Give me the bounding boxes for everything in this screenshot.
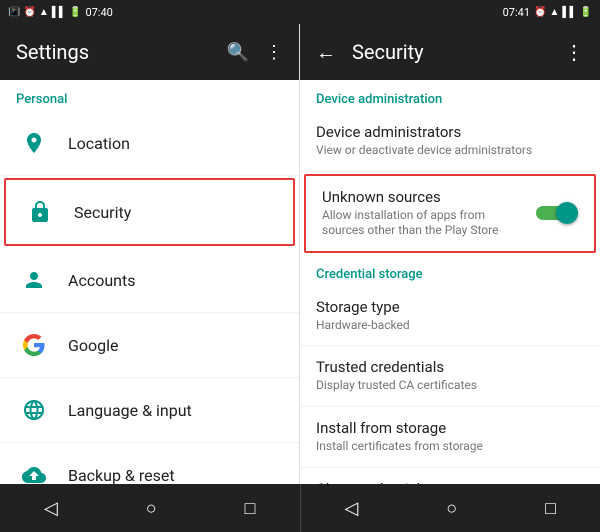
location-icon-container <box>16 125 52 161</box>
backup-icon-container <box>16 457 52 484</box>
battery-icon-left: 🔋 <box>69 7 81 18</box>
time-right: 07:41 <box>503 6 530 19</box>
back-button[interactable]: ← <box>316 40 336 65</box>
accounts-label: Accounts <box>68 271 135 290</box>
google-icon-container <box>16 327 52 363</box>
google-label: Google <box>68 336 119 355</box>
wifi-icon-right: ▲ <box>549 7 559 18</box>
signal-icon-right: ▌▌ <box>562 7 576 18</box>
security-icon <box>28 200 52 224</box>
device-admin-section-label: Device administration <box>300 80 600 111</box>
back-nav-right[interactable]: ◁ <box>328 490 374 527</box>
settings-item-accounts[interactable]: Accounts <box>0 248 299 313</box>
left-panel: Settings 🔍 ⋮ Personal Location Security <box>0 24 300 484</box>
more-button-right[interactable]: ⋮ <box>564 40 584 64</box>
location-icon <box>22 131 46 155</box>
personal-section-label: Personal <box>0 80 299 111</box>
trusted-credentials-subtitle: Display trusted CA certificates <box>316 378 584 394</box>
search-button[interactable]: 🔍 <box>227 42 249 63</box>
security-item-storage-type[interactable]: Storage type Hardware-backed <box>300 286 600 347</box>
security-list: Device administration Device administrat… <box>300 80 600 484</box>
more-button-left[interactable]: ⋮ <box>265 42 283 63</box>
settings-title: Settings <box>16 40 89 64</box>
toggle-thumb <box>556 202 578 224</box>
right-toolbar: ← Security ⋮ <box>300 24 600 80</box>
backup-icon <box>22 463 46 484</box>
home-nav-right[interactable]: ○ <box>430 490 473 527</box>
device-admins-title: Device administrators <box>316 123 584 141</box>
language-icon-container <box>16 392 52 428</box>
unknown-sources-toggle[interactable] <box>536 201 578 225</box>
bottom-nav: ◁ ○ □ ◁ ○ □ <box>0 484 600 532</box>
wifi-icon-left: ▲ <box>39 7 49 18</box>
security-icon-container <box>22 194 58 230</box>
vibrate-icon: 📳 <box>8 7 20 18</box>
recents-nav-left[interactable]: □ <box>229 490 272 527</box>
storage-type-subtitle: Hardware-backed <box>316 318 584 334</box>
left-toolbar: Settings 🔍 ⋮ <box>0 24 299 80</box>
backup-label: Backup & reset <box>68 466 175 485</box>
language-label: Language & input <box>68 401 192 420</box>
storage-type-title: Storage type <box>316 298 584 316</box>
trusted-credentials-title: Trusted credentials <box>316 358 584 376</box>
alarm-icon-left: ⏰ <box>23 7 35 18</box>
location-label: Location <box>68 134 130 153</box>
security-item-install-from-storage[interactable]: Install from storage Install certificate… <box>300 407 600 468</box>
security-item-trusted-credentials[interactable]: Trusted credentials Display trusted CA c… <box>300 346 600 407</box>
unknown-sources-title: Unknown sources <box>322 188 528 206</box>
status-bar-left: 📳 ⏰ ▲ ▌▌ 🔋 07:40 <box>0 0 300 24</box>
settings-item-language[interactable]: Language & input <box>0 378 299 443</box>
bottom-nav-left: ◁ ○ □ <box>0 484 300 532</box>
time-left: 07:40 <box>85 6 112 19</box>
settings-item-security[interactable]: Security <box>4 178 295 246</box>
google-icon <box>22 333 46 357</box>
security-item-clear-credentials[interactable]: Clear credentials <box>300 468 600 484</box>
language-icon <box>22 398 46 422</box>
settings-item-google[interactable]: Google <box>0 313 299 378</box>
install-from-storage-title: Install from storage <box>316 419 584 437</box>
battery-icon-right: 🔋 <box>580 7 592 18</box>
device-admins-subtitle: View or deactivate device administrators <box>316 143 584 159</box>
accounts-icon-container <box>16 262 52 298</box>
right-panel: ← Security ⋮ Device administration Devic… <box>300 24 600 484</box>
status-bar-right: 07:41 ⏰ ▲ ▌▌ 🔋 <box>300 0 600 24</box>
recents-nav-right[interactable]: □ <box>529 490 572 527</box>
security-page-title: Security <box>352 40 424 64</box>
alarm-icon-right: ⏰ <box>534 7 546 18</box>
back-nav-left[interactable]: ◁ <box>28 490 74 527</box>
security-item-unknown-sources[interactable]: Unknown sources Allow installation of ap… <box>304 174 596 253</box>
unknown-sources-subtitle: Allow installation of apps from sources … <box>322 208 528 239</box>
settings-item-backup[interactable]: Backup & reset <box>0 443 299 484</box>
credential-storage-section-label: Credential storage <box>300 255 600 286</box>
settings-item-location[interactable]: Location <box>0 111 299 176</box>
home-nav-left[interactable]: ○ <box>130 490 173 527</box>
bottom-nav-right: ◁ ○ □ <box>301 484 600 532</box>
security-item-device-admins[interactable]: Device administrators View or deactivate… <box>300 111 600 172</box>
security-label: Security <box>74 203 131 222</box>
accounts-icon <box>22 268 46 292</box>
settings-list: Personal Location Security Accounts <box>0 80 299 484</box>
install-from-storage-subtitle: Install certificates from storage <box>316 439 584 455</box>
signal-icon-left: ▌▌ <box>52 7 66 18</box>
